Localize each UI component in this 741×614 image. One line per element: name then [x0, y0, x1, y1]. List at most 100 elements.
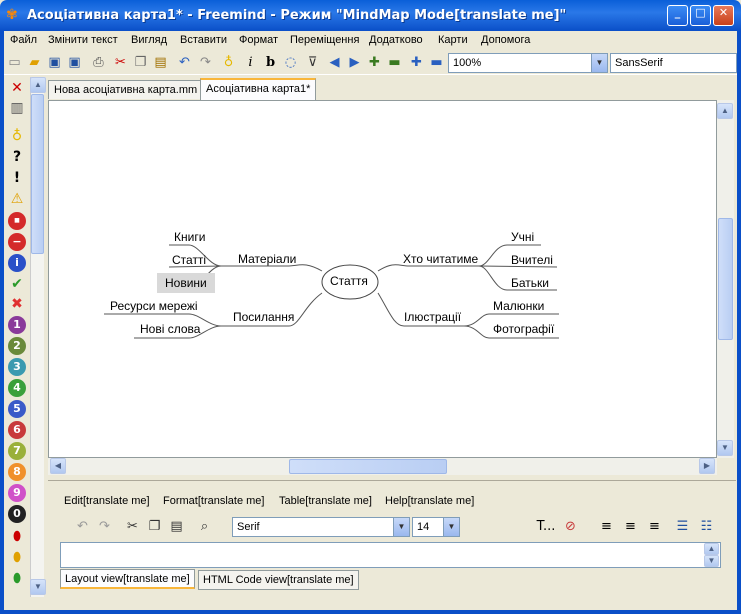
print-icon[interactable]: ⎙ — [90, 54, 107, 71]
paste-icon[interactable]: ▤ — [152, 54, 169, 71]
expand-icon[interactable]: ✚ — [408, 54, 425, 71]
text-style-button[interactable]: T... — [534, 518, 558, 535]
editor-size-select[interactable]: 14 ▼ — [412, 517, 460, 537]
save-icon[interactable]: ▣ — [46, 54, 63, 71]
scroll-thumb[interactable] — [289, 459, 447, 474]
tab-layout-view[interactable]: Layout view[translate me] — [60, 569, 195, 589]
tab-map1[interactable]: Асоціативна карта1* — [200, 78, 317, 100]
scroll-up-icon[interactable]: ▲ — [717, 103, 733, 119]
priority-1-icon[interactable]: 1 — [8, 316, 26, 334]
scroll-thumb[interactable] — [31, 94, 44, 254]
checkmark-icon[interactable]: ✔ — [8, 275, 26, 293]
node-teachers[interactable]: Вчителі — [511, 253, 553, 267]
zoom-out-icon[interactable]: ▬ — [386, 54, 403, 71]
tab-html-code-view[interactable]: HTML Code view[translate me] — [198, 570, 359, 590]
chevron-down-icon[interactable]: ▼ — [443, 518, 459, 536]
scroll-right-icon[interactable]: ▶ — [699, 458, 715, 474]
italic-icon[interactable]: i — [242, 54, 259, 71]
tab-new-map[interactable]: Нова асоціативна карта.mm — [48, 80, 204, 99]
priority-7-icon[interactable]: 7 — [8, 442, 26, 460]
align-center-icon[interactable]: ≡ — [622, 518, 639, 535]
node-parents[interactable]: Батьки — [511, 276, 549, 290]
new-icon[interactable]: ▭ — [6, 54, 23, 71]
no-entry-icon[interactable]: − — [8, 233, 26, 251]
scroll-up-icon[interactable]: ▲ — [30, 77, 46, 93]
node-materials[interactable]: Матеріали — [238, 252, 296, 266]
numbered-list-icon[interactable]: ☷ — [698, 518, 715, 535]
scroll-thumb[interactable] — [718, 218, 733, 340]
canvas-horizontal-scrollbar[interactable]: ◀ ▶ — [48, 458, 717, 475]
traffic-light-green-icon[interactable]: ⬮ — [8, 569, 26, 587]
redo-icon[interactable]: ↷ — [96, 518, 113, 535]
node-new-words[interactable]: Нові слова — [140, 322, 200, 336]
scroll-down-icon[interactable]: ▼ — [704, 555, 719, 567]
priority-2-icon[interactable]: 2 — [8, 337, 26, 355]
note-text-area[interactable]: ▲ ▼ — [60, 542, 721, 568]
align-right-icon[interactable]: ≡ — [646, 518, 663, 535]
node-articles[interactable]: Статті — [172, 253, 206, 267]
menu-navigate[interactable]: Переміщення — [290, 34, 359, 46]
chevron-down-icon[interactable]: ▼ — [393, 518, 409, 536]
copy-icon[interactable]: ❐ — [132, 54, 149, 71]
menu-tools[interactable]: Додатково — [369, 34, 423, 46]
editor-menu-format[interactable]: Format[translate me] — [163, 495, 264, 507]
open-icon[interactable]: ▰ — [26, 54, 43, 71]
info-icon[interactable]: i — [8, 254, 26, 272]
node-illustrations[interactable]: Ілюстрації — [404, 310, 461, 324]
close-button[interactable]: ✕ — [713, 5, 734, 26]
zoom-in-icon[interactable]: ✚ — [366, 54, 383, 71]
editor-menu-help[interactable]: Help[translate me] — [385, 495, 474, 507]
canvas-vertical-scrollbar[interactable]: ▲ ▼ — [717, 100, 734, 458]
mindmap-canvas[interactable]: Стаття Матеріали Посилання Книги Статті … — [48, 100, 717, 458]
redo-icon[interactable]: ↷ — [197, 54, 214, 71]
clear-format-icon[interactable]: ⊘ — [562, 518, 579, 535]
menu-edit-text[interactable]: Змінити текст — [48, 34, 118, 46]
scroll-down-icon[interactable]: ▼ — [717, 440, 733, 456]
node-drawings[interactable]: Малюнки — [493, 299, 544, 313]
chevron-down-icon[interactable]: ▼ — [591, 54, 607, 72]
priority-0-icon[interactable]: 0 — [8, 505, 26, 523]
undo-icon[interactable]: ↶ — [176, 54, 193, 71]
editor-font-select[interactable]: Serif ▼ — [232, 517, 410, 537]
warning-icon[interactable]: ⚠ — [8, 190, 26, 208]
trash-icon[interactable]: ▥ — [8, 99, 26, 117]
bold-icon[interactable]: b — [262, 54, 279, 71]
priority-6-icon[interactable]: 6 — [8, 421, 26, 439]
cross-icon[interactable]: ✖ — [8, 295, 26, 313]
scroll-down-icon[interactable]: ▼ — [30, 579, 46, 595]
cut-icon[interactable]: ✂ — [112, 54, 129, 71]
zoom-select[interactable]: 100% ▼ — [448, 53, 608, 73]
idea-bulb-icon[interactable]: ♁ — [220, 54, 237, 71]
node-books[interactable]: Книги — [174, 230, 205, 244]
collapse-icon[interactable]: ▬ — [428, 54, 445, 71]
filter-icon[interactable]: ⊽ — [304, 54, 321, 71]
menu-maps[interactable]: Карти — [438, 34, 468, 46]
node-photos[interactable]: Фотографії — [493, 322, 554, 336]
maximize-button[interactable]: □ — [690, 5, 711, 26]
root-node[interactable]: Стаття — [330, 274, 368, 288]
icon-toolbar-scrollbar[interactable]: ▲ ▼ — [30, 77, 46, 597]
idea-icon[interactable]: ♁ — [8, 127, 26, 145]
paste-icon[interactable]: ▤ — [168, 518, 185, 535]
editor-menu-table[interactable]: Table[translate me] — [279, 495, 372, 507]
menu-insert[interactable]: Вставити — [180, 34, 227, 46]
remove-icon[interactable]: ✕ — [8, 79, 26, 97]
copy-icon[interactable]: ❐ — [146, 518, 163, 535]
node-web-resources[interactable]: Ресурси мережі — [110, 299, 198, 313]
priority-4-icon[interactable]: 4 — [8, 379, 26, 397]
undo-icon[interactable]: ↶ — [74, 518, 91, 535]
forward-icon[interactable]: ▶ — [346, 54, 363, 71]
traffic-light-yellow-icon[interactable]: ⬮ — [8, 548, 26, 566]
find-binoculars-icon[interactable]: ⌕ — [196, 518, 213, 535]
save-as-icon[interactable]: ▣ — [66, 54, 83, 71]
priority-3-icon[interactable]: 3 — [8, 358, 26, 376]
node-who-reads[interactable]: Хто читатиме — [403, 252, 478, 266]
note-icon[interactable]: ◌ — [282, 54, 299, 71]
bullet-list-icon[interactable]: ☰ — [674, 518, 691, 535]
editor-menu-edit[interactable]: Edit[translate me] — [64, 495, 150, 507]
font-select[interactable]: SansSerif — [610, 53, 737, 73]
priority-5-icon[interactable]: 5 — [8, 400, 26, 418]
scroll-up-icon[interactable]: ▲ — [704, 543, 719, 555]
priority-9-icon[interactable]: 9 — [8, 484, 26, 502]
exclamation-icon[interactable]: ! — [8, 169, 26, 187]
